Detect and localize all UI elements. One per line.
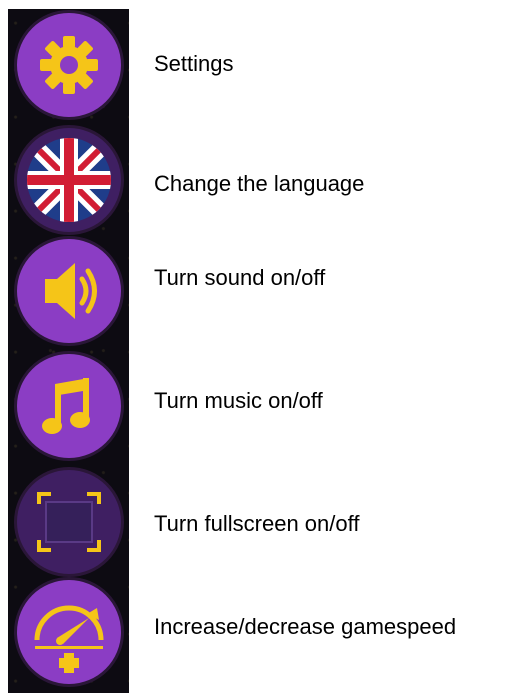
menu-item-label: Turn music on/off bbox=[154, 388, 323, 413]
speaker-icon[interactable] bbox=[17, 239, 121, 343]
menu-item-label: Change the language bbox=[154, 171, 365, 196]
uk-flag-icon[interactable] bbox=[17, 128, 121, 232]
menu-item-fullscreen: Turn fullscreen on/off bbox=[0, 467, 523, 581]
menu-item-label: Turn fullscreen on/off bbox=[154, 511, 360, 536]
menu-item-label: Settings bbox=[154, 51, 234, 76]
speedometer-plus-icon[interactable] bbox=[17, 580, 121, 684]
fullscreen-icon[interactable] bbox=[17, 470, 121, 574]
menu-item-gamespeed: Increase/decrease gamespeed bbox=[0, 577, 523, 691]
gear-icon[interactable] bbox=[17, 13, 121, 117]
menu-item-language: Change the language bbox=[0, 125, 523, 239]
menu-item-label: Turn sound on/off bbox=[154, 265, 326, 290]
menu-item-settings: Settings bbox=[0, 10, 523, 124]
menu-item-music: Turn music on/off bbox=[0, 351, 523, 465]
menu-item-label: Increase/decrease gamespeed bbox=[154, 614, 457, 639]
music-note-icon[interactable] bbox=[17, 354, 121, 458]
menu-item-sound: Turn sound on/off bbox=[0, 236, 523, 350]
